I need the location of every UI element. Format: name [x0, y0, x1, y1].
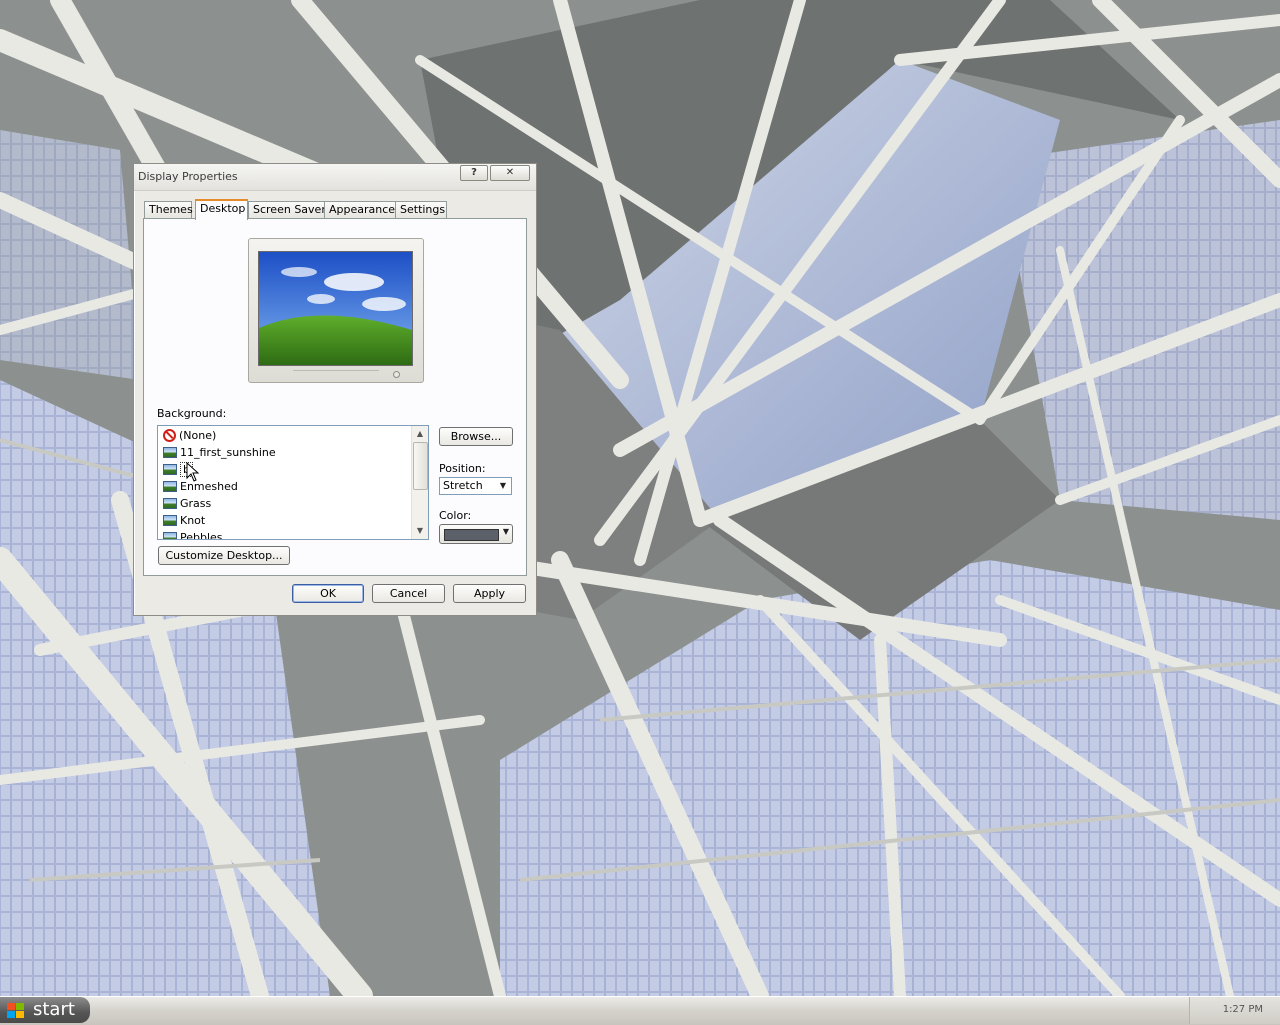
tab-screen-saver[interactable]: Screen Saver — [248, 201, 326, 218]
tab-settings[interactable]: Settings — [395, 201, 447, 218]
display-properties-dialog: Display Properties ? ✕ Themes Desktop Sc… — [133, 163, 537, 616]
picture-icon — [163, 446, 177, 458]
monitor-stand — [293, 370, 379, 378]
desktop-tab-panel: Background: (None) 11_first_sunshine b E… — [143, 218, 527, 576]
scroll-down-arrow-icon[interactable]: ▼ — [412, 524, 428, 538]
tab-themes[interactable]: Themes — [144, 201, 193, 218]
position-select[interactable]: Stretch ▼ — [439, 477, 512, 495]
picture-icon — [163, 531, 177, 539]
picture-icon — [163, 463, 177, 475]
dialog-title: Display Properties — [138, 170, 238, 183]
chevron-down-icon: ▼ — [499, 481, 507, 490]
apply-button[interactable]: Apply — [453, 584, 526, 603]
tab-appearance[interactable]: Appearance — [324, 201, 398, 218]
title-bar[interactable]: Display Properties ? ✕ — [134, 164, 536, 191]
picture-icon — [163, 497, 177, 509]
close-button[interactable]: ✕ — [490, 165, 530, 181]
list-item-grass[interactable]: Grass — [163, 496, 211, 512]
chevron-down-icon: ▼ — [502, 527, 509, 536]
position-label: Position: — [439, 462, 486, 475]
color-picker-button[interactable]: ▼ — [439, 524, 513, 544]
background-list[interactable]: (None) 11_first_sunshine b Enmeshed Gras… — [157, 425, 429, 540]
list-item-enmeshed[interactable]: Enmeshed — [163, 479, 238, 495]
color-swatch — [444, 529, 499, 541]
mouse-pointer-icon — [186, 462, 200, 482]
browse-button[interactable]: Browse... — [439, 427, 513, 446]
taskbar: start 1:27 PM — [0, 996, 1280, 1025]
start-label: start — [33, 999, 75, 1020]
list-item-knot[interactable]: Knot — [163, 513, 205, 529]
scroll-up-arrow-icon[interactable]: ▲ — [412, 427, 428, 441]
system-tray: 1:27 PM — [1189, 997, 1280, 1024]
power-led-icon — [393, 371, 400, 378]
customize-desktop-button[interactable]: Customize Desktop... — [158, 546, 290, 565]
position-value: Stretch — [443, 479, 483, 492]
help-button[interactable]: ? — [460, 165, 488, 181]
windows-logo-icon — [7, 1003, 24, 1018]
wallpaper-preview — [258, 251, 413, 366]
list-item-none[interactable]: (None) — [163, 428, 216, 444]
background-label: Background: — [157, 407, 227, 420]
monitor-preview — [248, 238, 424, 383]
bliss-preview-image — [259, 252, 412, 365]
picture-icon — [163, 514, 177, 526]
list-scrollbar[interactable]: ▲ ▼ — [411, 426, 428, 539]
color-label: Color: — [439, 509, 472, 522]
tab-desktop[interactable]: Desktop — [195, 199, 248, 220]
ok-button[interactable]: OK — [292, 584, 364, 603]
scroll-thumb[interactable] — [413, 442, 428, 490]
list-item-11-first-sunshine[interactable]: 11_first_sunshine — [163, 445, 276, 461]
list-item-pebbles[interactable]: Pebbles — [163, 530, 223, 539]
no-sign-icon — [163, 428, 176, 442]
clock[interactable]: 1:27 PM — [1223, 1004, 1263, 1015]
picture-icon — [163, 480, 177, 492]
cancel-button[interactable]: Cancel — [372, 584, 445, 603]
start-button[interactable]: start — [0, 997, 90, 1023]
